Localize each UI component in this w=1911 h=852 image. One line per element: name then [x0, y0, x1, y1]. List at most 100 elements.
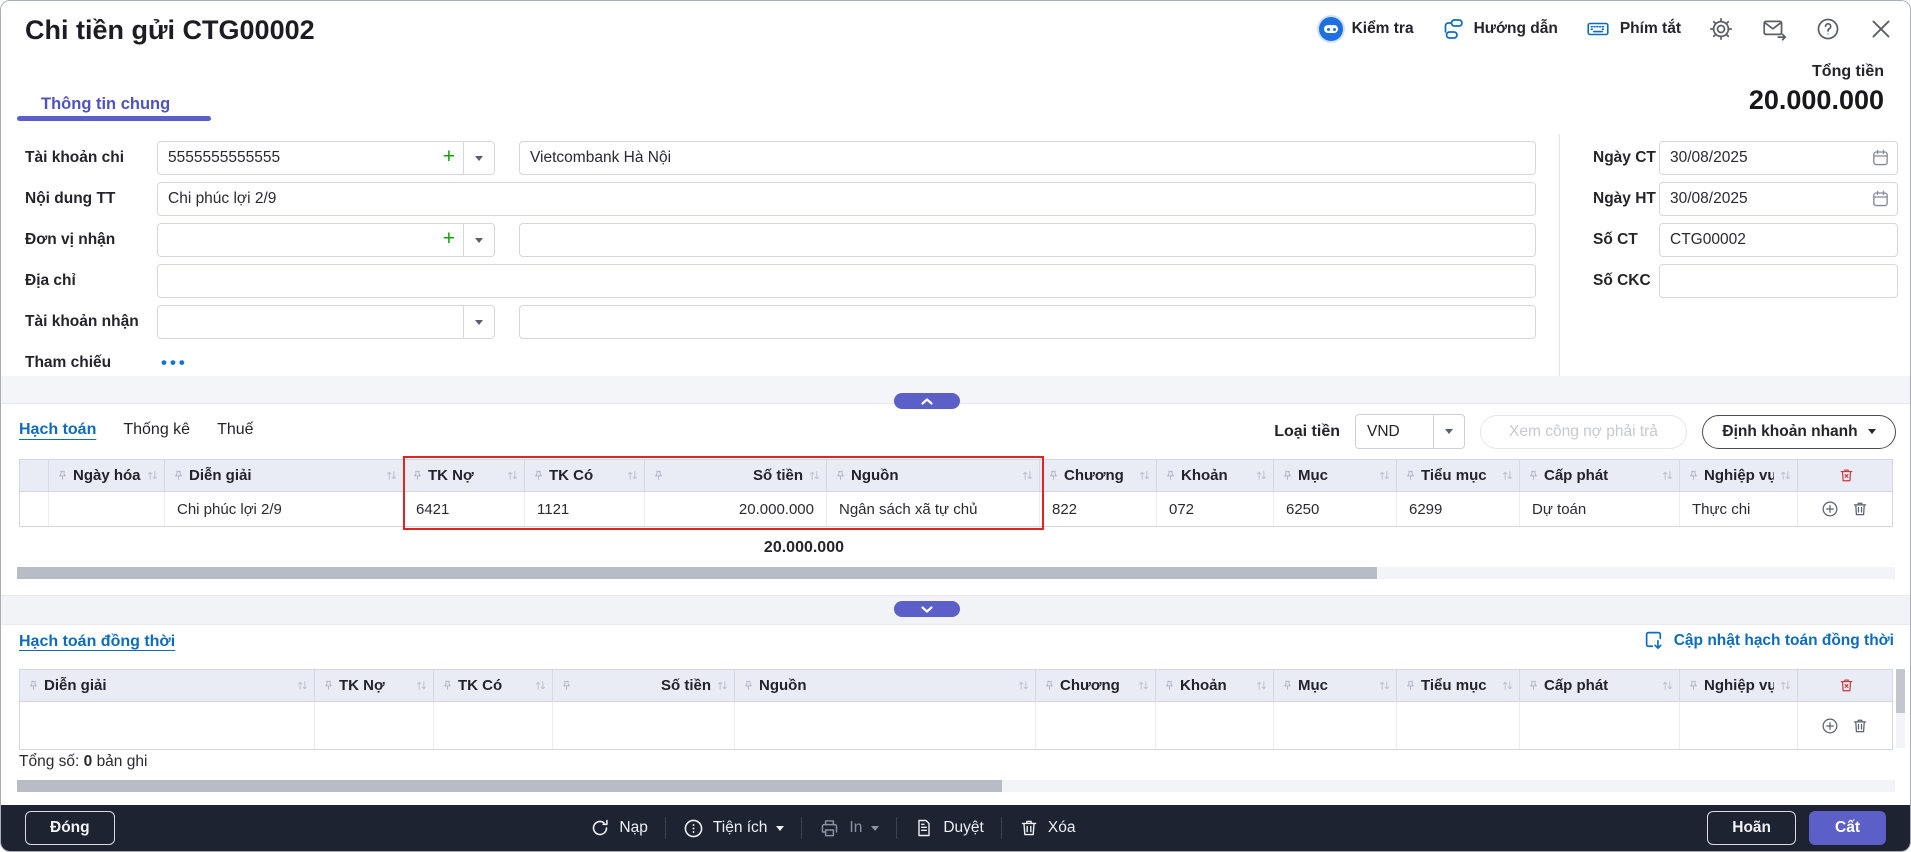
grid-cell[interactable]: 822	[1040, 492, 1157, 526]
column-header[interactable]: Diễn giải	[20, 670, 315, 701]
pin-icon[interactable]	[1048, 469, 1059, 482]
column-header[interactable]: Tiểu mục	[1397, 670, 1520, 701]
postpone-button[interactable]: Hoãn	[1707, 811, 1796, 845]
column-header[interactable]: Nghiệp vụ	[1680, 670, 1798, 701]
update-simultaneous-link[interactable]: Cập nhật hạch toán đồng thời	[1644, 630, 1894, 651]
pin-icon[interactable]	[1165, 469, 1176, 482]
scrollbar-thumb[interactable]	[17, 780, 1002, 792]
sort-icon[interactable]	[415, 679, 428, 692]
grid-cell[interactable]	[434, 702, 553, 749]
save-button[interactable]: Cất	[1809, 811, 1886, 845]
column-header[interactable]: TK Có	[434, 670, 553, 701]
ngay-ht-input[interactable]	[1659, 182, 1898, 216]
tab-thong-tin-chung[interactable]: Thông tin chung	[41, 95, 170, 114]
tai-khoan-nhan-name-input[interactable]	[519, 305, 1536, 339]
column-header[interactable]: TK Nợ	[315, 670, 434, 701]
column-header[interactable]: Số tiền	[553, 670, 735, 701]
column-header[interactable]: Cấp phát	[1520, 460, 1680, 491]
pin-icon[interactable]	[412, 469, 423, 482]
column-header[interactable]: Chương	[1036, 670, 1156, 701]
tai-khoan-chi-dropdown-button[interactable]	[464, 141, 495, 175]
print-button[interactable]: In	[819, 818, 879, 839]
grid-cell[interactable]: 6299	[1397, 492, 1520, 526]
actions-column-header[interactable]	[1798, 670, 1892, 701]
pin-icon[interactable]	[1282, 469, 1293, 482]
sort-icon[interactable]	[1779, 469, 1792, 482]
grid-cell[interactable]	[20, 492, 49, 526]
grid-data-row[interactable]	[20, 702, 1892, 749]
delete-button[interactable]: Xóa	[1019, 818, 1076, 838]
grid-cell[interactable]: 072	[1157, 492, 1274, 526]
delete-row-icon[interactable]	[1851, 717, 1869, 735]
tham-chieu-more-icon[interactable]: •••	[161, 346, 188, 380]
tab-thue[interactable]: Thuế	[217, 421, 253, 441]
actions-column-header[interactable]	[1798, 460, 1892, 491]
pin-icon[interactable]	[1044, 679, 1055, 692]
pin-icon[interactable]	[323, 679, 334, 692]
ngay-ct-input[interactable]	[1659, 141, 1898, 175]
column-header[interactable]: Mục	[1274, 460, 1397, 491]
sort-icon[interactable]	[534, 679, 547, 692]
pin-icon[interactable]	[173, 469, 184, 482]
quick-entry-button[interactable]: Định khoản nhanh	[1702, 415, 1896, 449]
grid-cell[interactable]: Dự toán	[1520, 492, 1680, 526]
pin-icon[interactable]	[1282, 679, 1293, 692]
sort-icon[interactable]	[808, 469, 821, 482]
column-header[interactable]: Ngày hóa đơn	[49, 460, 165, 491]
pin-icon[interactable]	[442, 679, 453, 692]
sort-icon[interactable]	[1138, 469, 1151, 482]
add-unit-icon[interactable]: +	[443, 228, 455, 250]
horizontal-scrollbar[interactable]	[17, 567, 1895, 579]
grid-cell[interactable]	[735, 702, 1036, 749]
sort-icon[interactable]	[1661, 469, 1674, 482]
vertical-scrollbar[interactable]	[1896, 669, 1905, 748]
pin-icon[interactable]	[1528, 469, 1539, 482]
grid-cell[interactable]: 6250	[1274, 492, 1397, 526]
grid-cell[interactable]	[1036, 702, 1156, 749]
reload-button[interactable]: Nạp	[590, 818, 647, 838]
column-header[interactable]: Nguồn	[827, 460, 1040, 491]
sort-icon[interactable]	[1255, 679, 1268, 692]
grid-cell[interactable]: 6421	[404, 492, 525, 526]
sort-icon[interactable]	[1017, 679, 1030, 692]
shortcut-button[interactable]: Phím tắt	[1585, 17, 1681, 41]
don-vi-nhan-dropdown-button[interactable]	[464, 223, 495, 257]
delete-all-icon[interactable]	[1838, 467, 1855, 484]
grid-cell[interactable]	[20, 702, 315, 749]
grid-cell[interactable]: Ngân sách xã tự chủ	[827, 492, 1040, 526]
pin-icon[interactable]	[28, 679, 39, 692]
column-header[interactable]: Nguồn	[735, 670, 1036, 701]
grid-cell[interactable]	[315, 702, 434, 749]
sort-icon[interactable]	[1137, 679, 1150, 692]
close-icon[interactable]	[1868, 16, 1894, 42]
check-button[interactable]: Kiểm tra	[1319, 17, 1414, 41]
horizontal-scrollbar[interactable]	[17, 780, 1895, 792]
scrollbar-thumb[interactable]	[17, 567, 1377, 579]
pin-icon[interactable]	[1405, 679, 1416, 692]
grid-cell[interactable]	[1156, 702, 1274, 749]
pin-icon[interactable]	[561, 679, 572, 692]
sort-icon[interactable]	[1661, 679, 1674, 692]
pin-icon[interactable]	[743, 679, 754, 692]
sort-icon[interactable]	[1779, 679, 1792, 692]
tai-khoan-chi-input[interactable]	[157, 141, 464, 175]
sort-icon[interactable]	[1021, 469, 1034, 482]
pin-icon[interactable]	[1688, 469, 1699, 482]
noi-dung-tt-input[interactable]	[157, 182, 1536, 216]
column-header[interactable]: Số tiền	[645, 460, 827, 491]
grid-cell[interactable]: 20.000.000	[645, 492, 827, 526]
collapse-form-button[interactable]	[894, 393, 960, 409]
sort-icon[interactable]	[506, 469, 519, 482]
sort-icon[interactable]	[1501, 469, 1514, 482]
delete-all-icon[interactable]	[1838, 677, 1855, 694]
sort-icon[interactable]	[626, 469, 639, 482]
grid-cell[interactable]	[1680, 702, 1798, 749]
sort-icon[interactable]	[1501, 679, 1514, 692]
don-vi-nhan-name-input[interactable]	[519, 223, 1536, 257]
grid-cell[interactable]: Chi phúc lợi 2/9	[165, 492, 404, 526]
sort-icon[interactable]	[296, 679, 309, 692]
pin-icon[interactable]	[1688, 679, 1699, 692]
sort-icon[interactable]	[1378, 679, 1391, 692]
column-header[interactable]: Cấp phát	[1520, 670, 1680, 701]
grid-cell[interactable]	[1397, 702, 1520, 749]
